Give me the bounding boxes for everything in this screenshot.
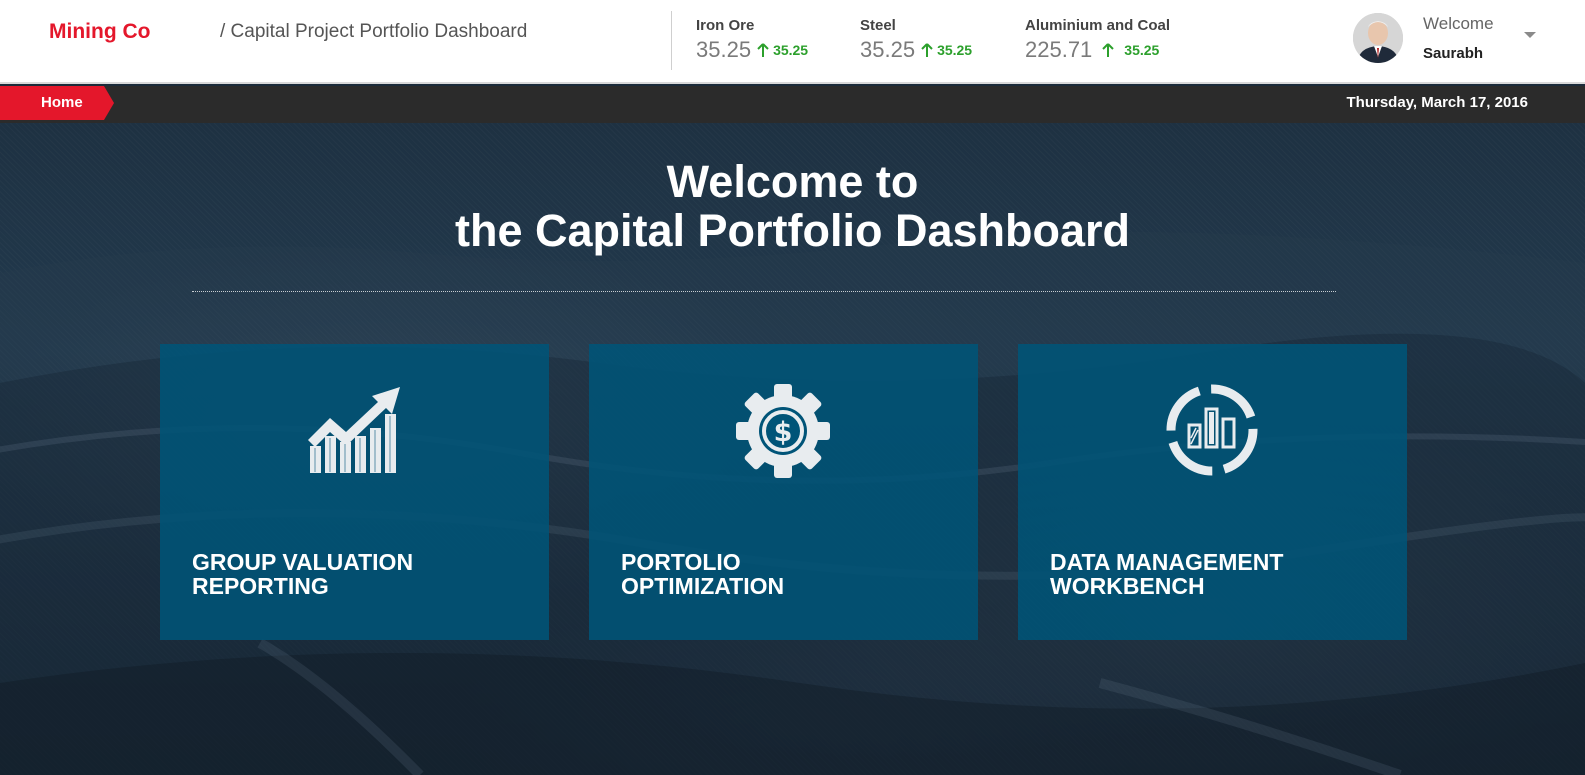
- breadcrumb-bar: Home Thursday, March 17, 2016: [0, 86, 1585, 123]
- ticker-name: Aluminium and Coal: [1025, 17, 1171, 34]
- ticker-price: 35.25: [696, 37, 752, 62]
- ticker-name: Iron Ore: [696, 17, 755, 34]
- ticker-name: Steel: [860, 17, 896, 34]
- hero-title-line1: Welcome to: [666, 156, 919, 207]
- hero-section: Welcome to the Capital Portfolio Dashboa…: [0, 123, 1585, 775]
- tile-data-management-workbench[interactable]: DATA MANAGEMENT WORKBENCH: [1018, 344, 1407, 640]
- svg-text:$: $: [774, 417, 793, 448]
- ticker-aluminium-coal: Aluminium and Coal 225.71 35.25: [1025, 17, 1170, 63]
- hero-title: Welcome to the Capital Portfolio Dashboa…: [0, 157, 1585, 255]
- tile-label: DATA MANAGEMENT WORKBENCH: [1050, 550, 1380, 598]
- user-avatar[interactable]: [1353, 13, 1403, 63]
- breadcrumb-home[interactable]: Home: [0, 86, 114, 120]
- welcome-label: Welcome: [1423, 14, 1494, 33]
- user-name: Saurabh: [1423, 45, 1484, 62]
- header-divider: [671, 11, 672, 70]
- current-date: Thursday, March 17, 2016: [1346, 94, 1528, 111]
- user-photo-icon: [1353, 13, 1403, 63]
- growth-chart-icon: [308, 387, 400, 473]
- ticker-change: 35.25: [937, 42, 973, 58]
- tile-portolio-optimization[interactable]: $ PORTOLIO OPTIMIZATION: [589, 344, 978, 640]
- ticker-iron-ore: Iron Ore 35.25 35.25: [696, 17, 808, 63]
- tile-label-line1: DATA MANAGEMENT: [1050, 549, 1284, 575]
- page-title: / Capital Project Portfolio Dashboard: [220, 21, 528, 42]
- chevron-down-icon[interactable]: [1523, 30, 1537, 40]
- arrow-up-icon: [921, 42, 933, 57]
- tile-group-valuation-reporting[interactable]: GROUP VALUATION REPORTING: [160, 344, 549, 640]
- ticker-price: 225.71: [1025, 37, 1093, 62]
- tile-label-line1: PORTOLIO: [621, 549, 741, 575]
- donut-bar-chart-icon: [1166, 384, 1258, 476]
- ticker-change: 35.25: [1124, 42, 1160, 58]
- dollar-gear-icon: $: [736, 384, 830, 478]
- tile-label: GROUP VALUATION REPORTING: [192, 550, 522, 598]
- tile-label: PORTOLIO OPTIMIZATION: [621, 550, 951, 598]
- brand-logo[interactable]: Mining Co: [49, 20, 150, 44]
- tile-label-line2: WORKBENCH: [1050, 573, 1205, 599]
- tile-label-line1: GROUP VALUATION: [192, 549, 414, 575]
- top-header: Mining Co / Capital Project Portfolio Da…: [0, 0, 1585, 84]
- tile-label-line2: REPORTING: [192, 573, 329, 599]
- hero-divider: [192, 291, 1336, 292]
- hero-title-line2: the Capital Portfolio Dashboard: [454, 205, 1131, 256]
- ticker-price: 35.25: [860, 37, 916, 62]
- arrow-up-icon: [1102, 42, 1115, 57]
- tile-label-line2: OPTIMIZATION: [621, 573, 785, 599]
- arrow-up-icon: [757, 42, 769, 57]
- ticker-steel: Steel 35.25 35.25: [860, 17, 972, 63]
- ticker-change: 35.25: [773, 42, 809, 58]
